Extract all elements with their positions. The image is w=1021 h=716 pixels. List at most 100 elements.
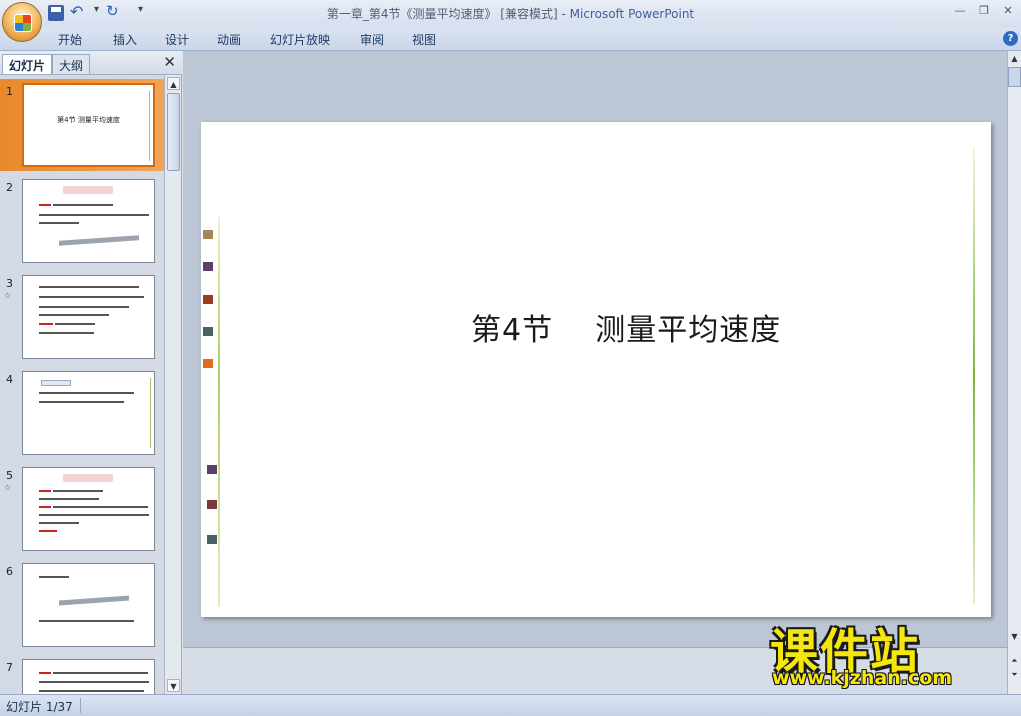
thumbnail-text [39,323,53,325]
slide-number: 5 [6,469,13,482]
document-title: 第一章_第4节《测量平均速度》 [兼容模式] - [326,7,570,21]
editor-scrollbar[interactable]: ▲ ▼ ⏶ ⏷ [1007,51,1021,694]
tab-slideshow[interactable]: 幻灯片放映 [270,31,330,48]
thumbnail-text [39,576,69,578]
previous-slide-icon[interactable]: ⏶ [1008,655,1021,667]
tab-slides[interactable]: 幻灯片 [2,54,53,74]
app-name: Microsoft PowerPoint [569,7,695,21]
slide-preview [22,563,155,647]
thumbnail-text [39,690,144,692]
thumbnail-heading [41,380,71,386]
thumbnail-text [39,392,134,394]
thumbnail-text [39,306,129,308]
thumbnail-text [39,222,79,224]
decor-square [203,230,213,239]
thumbnail-figure [59,595,129,606]
ribbon-tabs: 开始 插入 设计 动画 幻灯片放映 审阅 视图 ? [0,27,1021,51]
thumbnail-text [39,498,99,500]
tab-outline[interactable]: 大纲 [52,54,91,74]
pane-tabs: 幻灯片 大纲 ✕ [0,51,182,75]
editor-canvas: 第4节 测量平均速度 [183,51,1007,647]
slides-pane: 幻灯片 大纲 ✕ 1 第4节 测量平均速度 2 3 ☆ 4 5 ☆ 6 7 ▲ … [0,51,182,694]
thumbnail-text [39,620,134,622]
tab-view[interactable]: 视图 [412,31,436,48]
animation-star-icon: ☆ [4,291,12,300]
thumbnail-figure [59,235,139,246]
status-bar: 幻灯片 1/37 [0,694,1021,716]
thumbnail-text [39,332,94,334]
watermark: 课件站 www.kjzhan.com [770,612,1002,692]
thumbnail-text [39,401,124,403]
restore-button[interactable]: ❐ [975,3,993,19]
thumbnail-banner [63,474,113,482]
slide-thumbnail-4[interactable]: 4 [0,367,165,459]
decor-square [203,359,213,368]
scroll-down-icon[interactable]: ▼ [167,679,180,692]
thumbnail-text [39,514,149,516]
tab-home[interactable]: 开始 [58,31,82,48]
slide-editor: 第4节 测量平均速度 [183,51,1007,694]
thumbnail-text [39,506,51,508]
slide-preview [22,371,155,455]
thumbnail-list: 1 第4节 测量平均速度 2 3 ☆ 4 5 ☆ 6 7 [0,75,165,694]
decor-line-right [973,148,975,604]
thumbnail-text [53,204,113,206]
thumbnail-text [39,296,144,298]
slide-title[interactable]: 第4节 测量平均速度 [471,305,781,349]
title-bar: 第一章_第4节《测量平均速度》 [兼容模式] - Microsoft Power… [0,0,1021,27]
slide-thumbnail-5[interactable]: 5 ☆ [0,463,165,555]
thumbnail-text [39,681,149,683]
tab-review[interactable]: 审阅 [360,31,384,48]
thumbnail-text [39,672,51,674]
slide-number: 1 [6,85,13,98]
thumbnail-text [39,286,139,288]
tab-animations[interactable]: 动画 [217,31,241,48]
next-slide-icon[interactable]: ⏷ [1008,669,1021,681]
decor-square [203,262,213,271]
decor-line [150,378,151,448]
tab-design[interactable]: 设计 [165,31,189,48]
slide-thumbnail-2[interactable]: 2 [0,175,165,267]
slide-counter: 幻灯片 1/37 [6,700,73,714]
close-icon[interactable]: ✕ [163,53,176,71]
scroll-up-icon[interactable]: ▲ [167,77,180,90]
thumbnail-text [39,314,109,316]
decor-square [207,535,217,544]
decor-square [203,327,213,336]
current-slide[interactable]: 第4节 测量平均速度 [201,122,991,617]
slide-thumbnail-7[interactable]: 7 [0,655,165,694]
thumbnail-text [53,490,103,492]
window-controls: — ❐ ✕ [951,3,1017,19]
thumbnail-text [39,522,79,524]
slide-preview: 第4节 测量平均速度 [22,83,155,167]
slide-preview [22,179,155,263]
tab-insert[interactable]: 插入 [113,31,137,48]
slide-thumbnail-6[interactable]: 6 [0,559,165,651]
slide-thumbnail-3[interactable]: 3 ☆ [0,271,165,363]
slide-thumbnail-1[interactable]: 1 第4节 测量平均速度 [0,79,165,171]
scroll-thumb[interactable] [1008,67,1021,87]
slide-number: 3 [6,277,13,290]
close-button[interactable]: ✕ [999,3,1017,19]
animation-star-icon: ☆ [4,483,12,492]
thumbnail-text [39,490,51,492]
slide-preview [22,275,155,359]
thumbnail-text [39,530,57,532]
decor-square [207,500,217,509]
scroll-down-icon[interactable]: ▼ [1008,631,1021,643]
scroll-thumb[interactable] [167,93,180,171]
help-icon[interactable]: ? [1003,31,1018,46]
watermark-url: www.kjzhan.com [772,667,953,689]
thumbnail-text [39,214,149,216]
scroll-up-icon[interactable]: ▲ [1008,53,1021,65]
office-logo-icon [14,14,32,32]
decor-line-left [218,217,220,607]
thumbnail-scrollbar[interactable]: ▲ ▼ [164,75,181,694]
minimize-button[interactable]: — [951,3,969,19]
slide-number: 7 [6,661,13,674]
slide-preview [22,467,155,551]
thumbnail-text [53,672,148,674]
office-button[interactable] [2,2,42,42]
status-divider [80,698,81,713]
window-title: 第一章_第4节《测量平均速度》 [兼容模式] - Microsoft Power… [0,5,1021,22]
